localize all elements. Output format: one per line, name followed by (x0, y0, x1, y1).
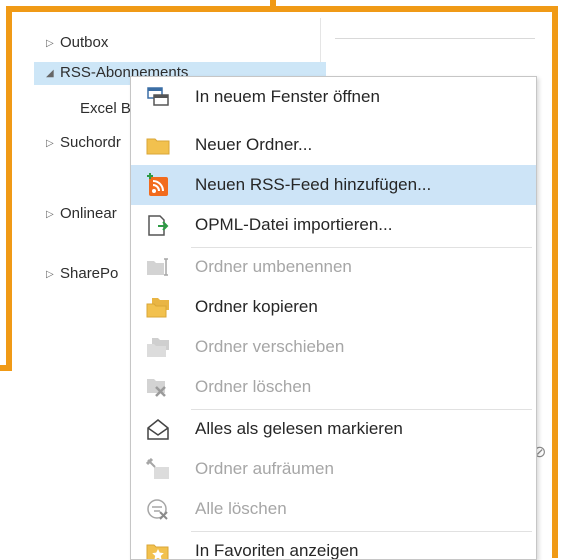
menu-item-label: Ordner aufräumen (195, 459, 334, 478)
menu-item-mark-all-read[interactable]: Alles als gelesen markieren (131, 409, 536, 449)
folder-item-outbox[interactable]: ▷ Outbox (46, 32, 108, 55)
menu-item-show-in-favorites[interactable]: In Favoriten anzeigen (131, 531, 536, 560)
move-folder-icon (145, 334, 171, 360)
menu-item-new-folder[interactable]: Neuer Ordner... (131, 125, 536, 165)
highlight-frame-tab (270, 0, 276, 10)
delete-all-icon (145, 496, 171, 522)
cleanup-icon (145, 456, 171, 482)
rename-folder-icon (145, 254, 171, 280)
menu-item-import-opml[interactable]: OPML-Datei importieren... (131, 205, 536, 245)
menu-item-label: In Favoriten anzeigen (195, 541, 359, 560)
favorites-icon (145, 538, 171, 559)
menu-item-delete-all[interactable]: Alle löschen (131, 489, 536, 529)
menu-item-delete-folder[interactable]: Ordner löschen (131, 367, 536, 407)
collapse-arrow-icon[interactable]: ◢ (46, 63, 60, 85)
import-icon (145, 212, 171, 238)
highlight-frame-left (6, 6, 12, 371)
menu-item-cleanup-folder[interactable]: Ordner aufräumen (131, 449, 536, 489)
folder-label: Excel B (80, 100, 131, 117)
menu-item-rename-folder[interactable]: Ordner umbenennen (131, 247, 536, 287)
expand-arrow-icon[interactable]: ▷ (46, 204, 60, 226)
menu-item-label: Neuer Ordner... (195, 135, 313, 154)
menu-item-label: OPML-Datei importieren... (195, 215, 393, 234)
highlight-frame-right (552, 6, 558, 558)
folder-label: Outbox (60, 34, 109, 51)
expand-arrow-icon[interactable]: ▷ (46, 264, 60, 286)
menu-item-label: Ordner umbenennen (195, 257, 352, 276)
list-divider (335, 38, 535, 39)
menu-item-label: Ordner verschieben (195, 337, 345, 356)
highlight-frame-notch (0, 365, 12, 371)
new-window-icon (145, 84, 171, 110)
expand-arrow-icon[interactable]: ▷ (46, 133, 60, 155)
folder-item-sharepoint[interactable]: ▷ SharePo (46, 263, 118, 286)
folder-label: Suchordr (60, 134, 121, 151)
folder-icon (145, 132, 171, 158)
folder-label: Onlinear (60, 205, 117, 222)
folder-item-suchordner[interactable]: ▷ Suchordr (46, 132, 121, 155)
rss-add-icon (145, 172, 171, 198)
menu-item-label: Neuen RSS-Feed hinzufügen... (195, 175, 432, 194)
mark-read-icon (145, 416, 171, 442)
menu-item-add-rss-feed[interactable]: Neuen RSS-Feed hinzufügen... (131, 165, 536, 205)
menu-item-open-new-window[interactable]: In neuem Fenster öffnen (131, 77, 536, 117)
menu-item-move-folder[interactable]: Ordner verschieben (131, 327, 536, 367)
menu-item-label: Alles als gelesen markieren (195, 419, 403, 438)
highlight-frame-top (6, 6, 558, 12)
delete-folder-icon (145, 374, 171, 400)
menu-item-copy-folder[interactable]: Ordner kopieren (131, 287, 536, 327)
context-menu: In neuem Fenster öffnen Neuer Ordner... … (130, 76, 537, 560)
copy-folder-icon (145, 294, 171, 320)
expand-arrow-icon[interactable]: ▷ (46, 33, 60, 55)
menu-item-label: Alle löschen (195, 499, 287, 518)
folder-label: SharePo (60, 265, 119, 282)
folder-item-excel[interactable]: Excel B (80, 98, 131, 120)
menu-item-label: Ordner kopieren (195, 297, 318, 316)
folder-item-onlinearchiv[interactable]: ▷ Onlinear (46, 203, 117, 226)
menu-item-label: Ordner löschen (195, 377, 312, 396)
menu-item-label: In neuem Fenster öffnen (195, 87, 380, 106)
